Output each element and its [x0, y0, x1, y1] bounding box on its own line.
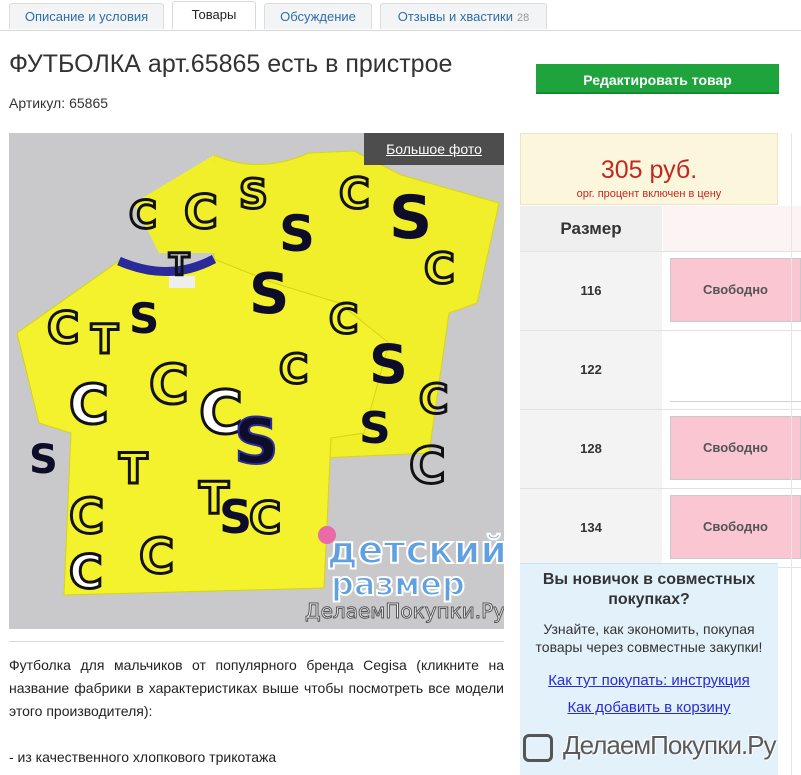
price-box: 305 руб. орг. процент включен в цену	[520, 133, 778, 205]
size-row: 134 Свободно	[520, 489, 801, 568]
svg-text:C: C	[184, 185, 218, 239]
svg-text:C: C	[419, 377, 448, 423]
svg-text:C: C	[409, 437, 446, 495]
tab-products-label: Товары	[191, 7, 237, 22]
edit-product-button[interactable]: Редактировать товар	[536, 64, 779, 94]
site-watermark-text: ДелаемПокупки.Ру	[563, 730, 777, 760]
svg-text:T: T	[91, 317, 119, 363]
tab-products[interactable]: Товары	[172, 1, 256, 29]
svg-text:S: S	[219, 490, 252, 544]
svg-text:C: C	[139, 529, 174, 585]
status-empty	[670, 331, 801, 402]
newbie-title: Вы новичок в совместных покупках?	[542, 571, 756, 608]
cart-icon	[523, 734, 553, 762]
svg-text:C: C	[329, 297, 358, 343]
tab-description[interactable]: Описание и условия	[9, 3, 164, 29]
svg-text:S: S	[129, 294, 159, 343]
size-value: 128	[520, 410, 662, 488]
size-table-header: Размер	[520, 206, 801, 252]
svg-text:C: C	[69, 489, 104, 545]
photo-watermark-site: ДелаемПокупки.Ру	[305, 599, 504, 623]
description-paragraph: Футболка для мальчиков от популярного бр…	[9, 657, 504, 719]
svg-text:C: C	[69, 545, 103, 599]
svg-text:S: S	[369, 333, 408, 396]
svg-text:S: S	[389, 183, 432, 253]
photo-watermark-line2: размер	[331, 565, 465, 603]
status-button[interactable]: Свободно	[670, 495, 801, 559]
status-button[interactable]: Свободно	[670, 258, 801, 322]
svg-text:C: C	[129, 193, 157, 237]
article-line: Артикул: 65865	[9, 95, 108, 111]
size-value: 134	[520, 489, 662, 567]
svg-text:C: C	[69, 373, 109, 436]
svg-text:S: S	[279, 205, 315, 263]
svg-text:S: S	[234, 405, 279, 478]
svg-text:C: C	[149, 353, 189, 416]
size-table: Размер 116 Свободно 122 128 Свободно 134…	[520, 206, 801, 568]
price-value: 305 руб.	[600, 156, 698, 184]
add-to-cart-help-link[interactable]: Как добавить в корзину	[520, 699, 778, 716]
product-photo[interactable]: C S S C S C C T S C S C C T S C C C S C …	[9, 133, 504, 629]
svg-text:C: C	[279, 347, 308, 393]
size-value: 122	[520, 331, 662, 409]
size-column-header: Размер	[520, 206, 662, 251]
site-watermark: ДелаемПокупки.Ру	[519, 724, 801, 772]
svg-text:C: C	[424, 244, 455, 293]
instruction-link[interactable]: Как тут покупать: инструкция	[520, 672, 778, 689]
price-note: орг. процент включен в цену	[576, 188, 722, 200]
svg-text:S: S	[249, 262, 289, 327]
tab-reviews-label: Отзывы и хвастики	[397, 9, 513, 24]
svg-text:T: T	[119, 444, 148, 493]
right-scroll-edge	[791, 133, 801, 775]
svg-text:C: C	[47, 303, 79, 354]
tab-reviews[interactable]: Отзывы и хвастики 28	[380, 3, 547, 29]
size-value: 116	[520, 252, 662, 330]
tab-discussion-label: Обсуждение	[280, 9, 356, 24]
svg-text:S: S	[239, 172, 268, 218]
description-bullet: - из качественного хлопкового трикотажа	[9, 749, 277, 765]
divider	[9, 641, 504, 642]
article-value: 65865	[69, 95, 109, 111]
tab-discussion[interactable]: Обсуждение	[264, 3, 372, 29]
big-photo-link[interactable]: Большое фото	[364, 133, 504, 165]
svg-text:S: S	[359, 403, 391, 454]
svg-text:C: C	[249, 493, 281, 544]
size-row: 128 Свободно	[520, 410, 801, 489]
photo-watermark: детский размер ДелаемПокупки.Ру	[305, 526, 504, 624]
tab-description-label: Описание и условия	[24, 9, 149, 24]
article-label: Артикул:	[9, 95, 66, 111]
svg-text:S: S	[29, 437, 58, 483]
size-row: 116 Свободно	[520, 252, 801, 331]
svg-text:C: C	[339, 169, 370, 218]
tab-reviews-count: 28	[517, 12, 530, 24]
bow-icon	[318, 526, 336, 544]
svg-text:T: T	[169, 248, 190, 283]
status-button[interactable]: Свободно	[670, 416, 801, 480]
tab-bar: Описание и условия Товары Обсуждение Отз…	[0, 0, 801, 31]
page-title: ФУТБОЛКА арт.65865 есть в пристрое	[9, 50, 453, 78]
product-description: Футболка для мальчиков от популярного бр…	[9, 654, 504, 769]
newbie-text: Узнайте, как экономить, покупая товары ч…	[535, 621, 763, 655]
tshirt-illustration: C S S C S C C T S C S C C T S C C C S C …	[16, 150, 504, 624]
size-row: 122	[520, 331, 801, 410]
